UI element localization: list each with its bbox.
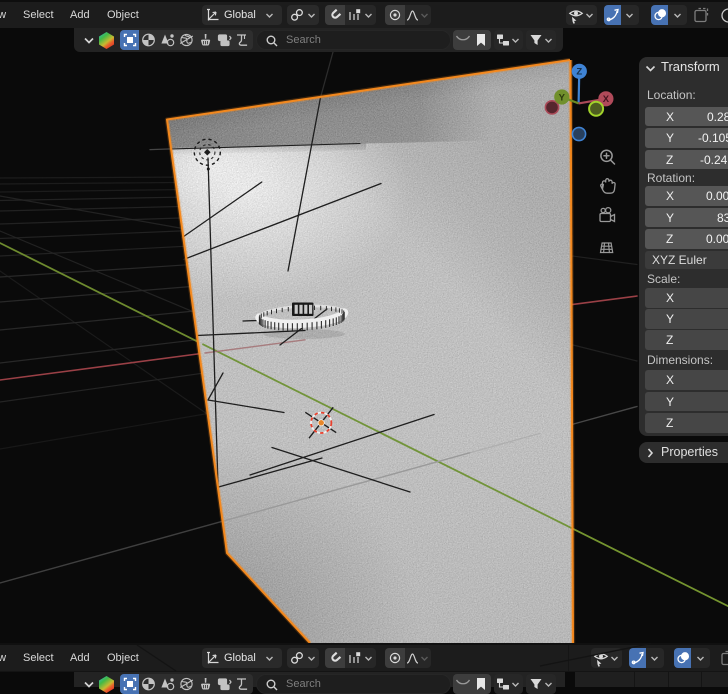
svg-text:X: X	[603, 94, 610, 105]
svg-text:Z: Z	[576, 67, 582, 78]
svg-text:Y: Y	[559, 92, 566, 103]
